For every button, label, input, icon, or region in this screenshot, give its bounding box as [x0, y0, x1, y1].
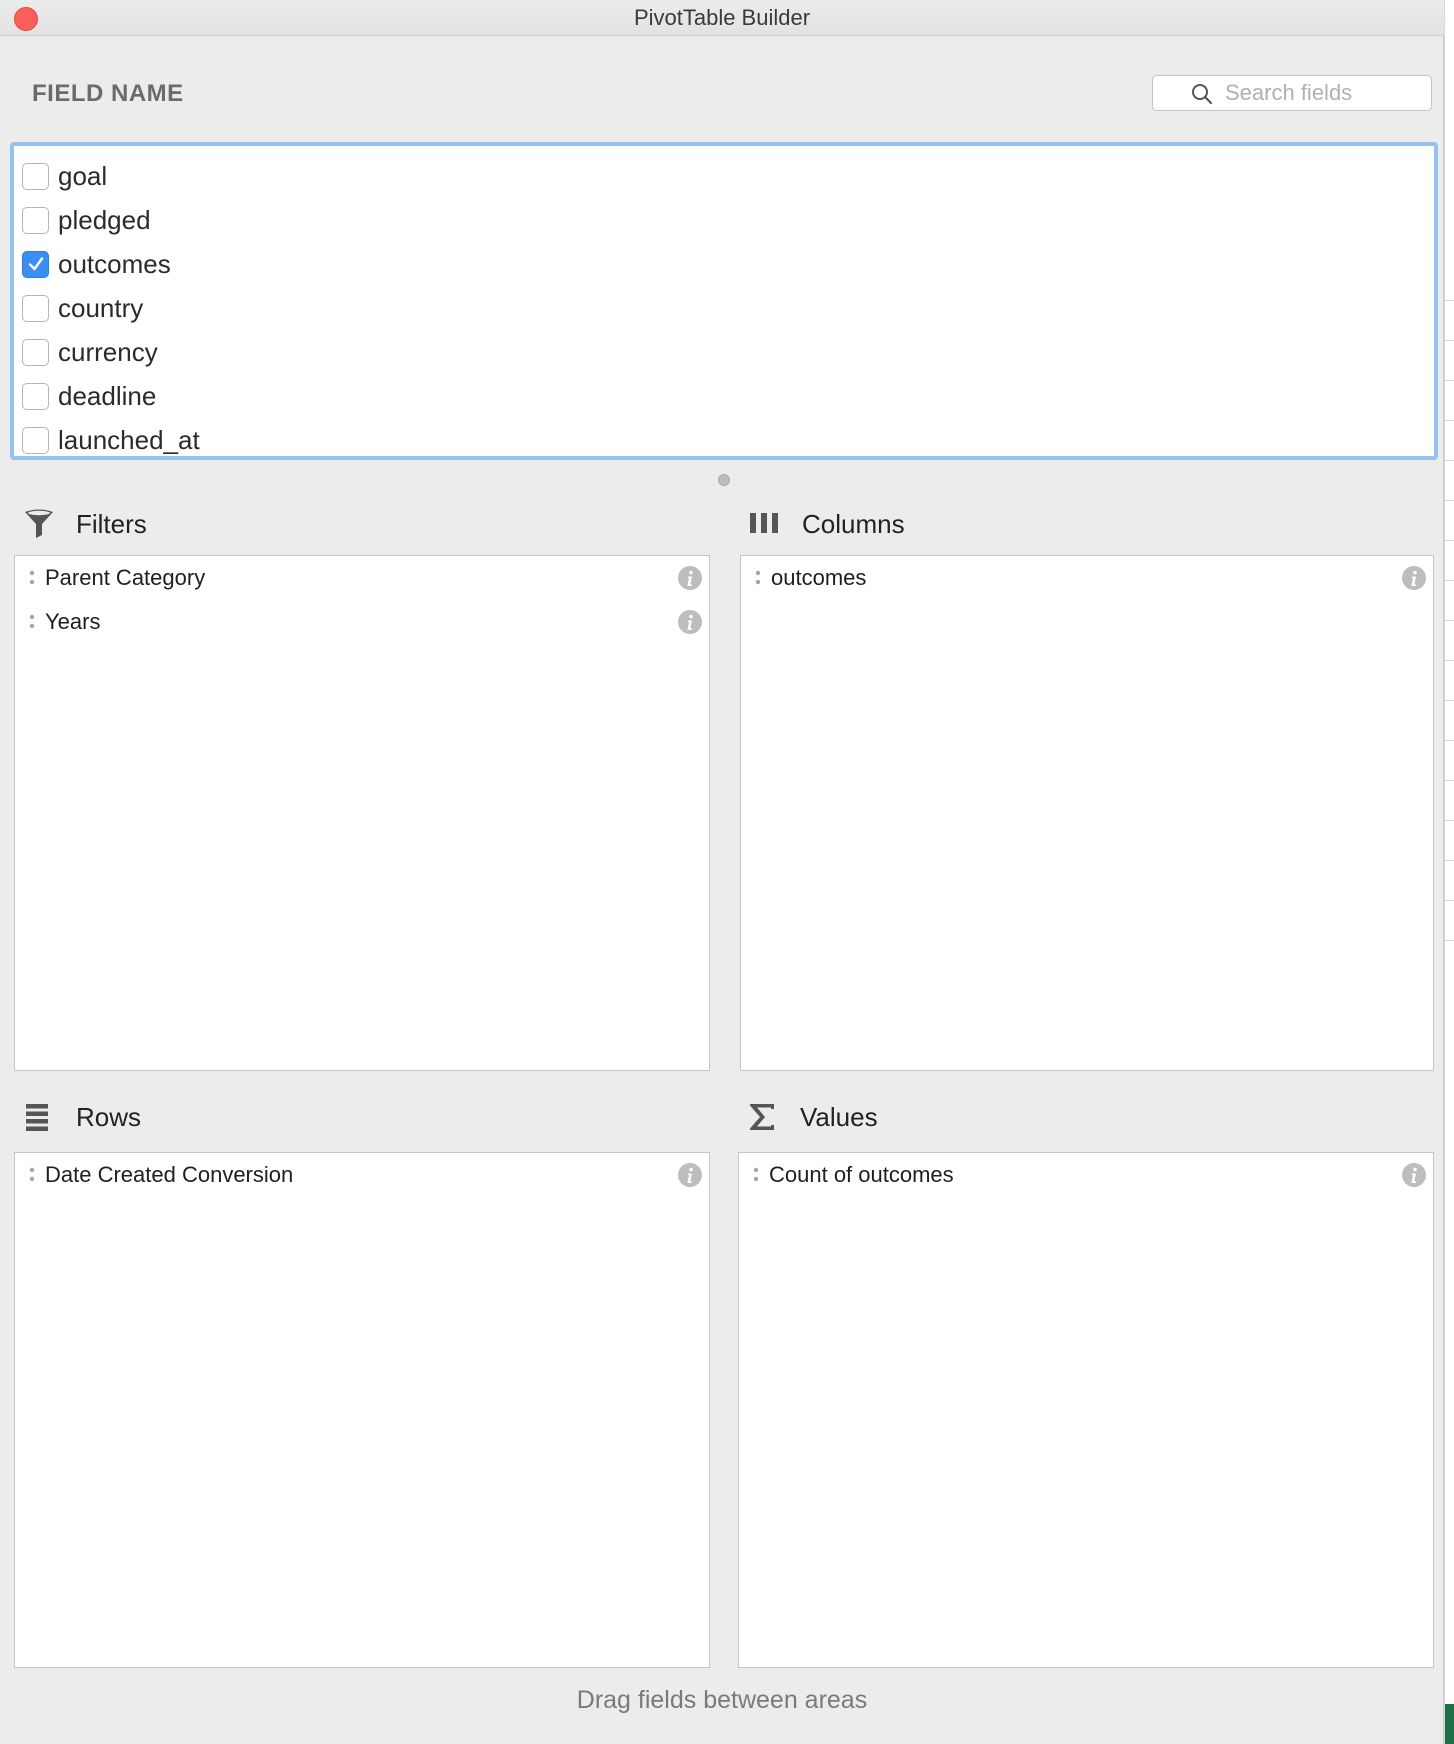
pivottable-builder-window: PivotTable Builder FIELD NAME goal pledge… [0, 0, 1444, 1744]
rows-icon [26, 1104, 48, 1131]
columns-label: Columns [802, 508, 905, 539]
columns-field-pill[interactable]: outcomes [741, 556, 1433, 600]
rows-label: Rows [76, 1101, 142, 1132]
values-area[interactable]: Count of outcomes [738, 1152, 1434, 1668]
drag-handle-icon[interactable] [755, 570, 761, 586]
field-item-currency[interactable]: currency [14, 330, 1434, 374]
pill-label: Years [45, 609, 101, 634]
drag-handle-icon[interactable] [29, 570, 35, 586]
field-label: country [58, 292, 144, 323]
field-item-outcomes[interactable]: outcomes [14, 242, 1434, 286]
field-checkbox[interactable] [22, 250, 49, 278]
search-fields-box[interactable] [1152, 75, 1432, 111]
background-spreadsheet [1444, 0, 1454, 1744]
field-name-header: FIELD NAME [32, 80, 184, 107]
drag-handle-icon[interactable] [29, 614, 35, 630]
values-field-pill[interactable]: Count of outcomes [739, 1153, 1433, 1197]
field-list[interactable]: goal pledged outcomes country currency deadli… [10, 142, 1438, 460]
values-header: Values [746, 1101, 878, 1133]
window-title: PivotTable Builder [633, 5, 811, 30]
columns-header: Columns [748, 508, 905, 540]
info-icon[interactable] [677, 1162, 703, 1188]
drag-handle-icon[interactable] [753, 1167, 759, 1183]
filters-field-pill[interactable]: Years [15, 600, 709, 644]
rows-header: Rows [22, 1101, 141, 1133]
info-icon[interactable] [677, 609, 703, 635]
sigma-icon [750, 1104, 774, 1130]
field-checkbox[interactable] [22, 294, 49, 322]
field-checkbox[interactable] [22, 162, 49, 190]
drag-handle-icon[interactable] [29, 1167, 35, 1183]
values-label: Values [800, 1101, 878, 1132]
field-checkbox[interactable] [22, 382, 49, 410]
search-icon [1192, 84, 1213, 105]
filters-label: Filters [76, 508, 147, 539]
field-label: launched_at [58, 424, 200, 455]
field-label: currency [58, 336, 158, 367]
info-icon[interactable] [1401, 565, 1427, 591]
field-label: outcomes [58, 248, 171, 279]
checkmark-icon [28, 257, 43, 271]
field-item-launched-at[interactable]: launched_at [14, 418, 1434, 462]
info-icon[interactable] [1401, 1162, 1427, 1188]
title-bar[interactable]: PivotTable Builder [0, 0, 1444, 36]
field-checkbox[interactable] [22, 426, 49, 454]
field-item-pledged[interactable]: pledged [14, 198, 1434, 242]
filters-field-pill[interactable]: Parent Category [15, 556, 709, 600]
pill-label: Count of outcomes [769, 1162, 954, 1187]
field-item-deadline[interactable]: deadline [14, 374, 1434, 418]
field-checkbox[interactable] [22, 206, 49, 234]
splitter-handle[interactable] [718, 474, 730, 486]
columns-area[interactable]: outcomes [740, 555, 1434, 1071]
filters-header: Filters [22, 508, 147, 540]
field-item-goal[interactable]: goal [14, 154, 1434, 198]
field-item-country[interactable]: country [14, 286, 1434, 330]
pill-label: Date Created Conversion [45, 1162, 294, 1187]
rows-field-pill[interactable]: Date Created Conversion [15, 1153, 709, 1197]
field-checkbox[interactable] [22, 338, 49, 366]
pill-label: Parent Category [45, 565, 206, 590]
background-status-bar [1445, 1704, 1454, 1744]
rows-area[interactable]: Date Created Conversion [14, 1152, 710, 1668]
columns-icon [750, 513, 778, 533]
field-label: pledged [58, 204, 151, 235]
field-label: deadline [58, 380, 157, 411]
search-input[interactable] [1225, 80, 1425, 106]
field-label: goal [58, 160, 108, 191]
filters-area[interactable]: Parent Category Years [14, 555, 710, 1071]
pill-label: outcomes [771, 565, 867, 590]
info-icon[interactable] [677, 565, 703, 591]
drag-hint: Drag fields between areas [576, 1686, 868, 1714]
filter-icon [25, 509, 53, 538]
